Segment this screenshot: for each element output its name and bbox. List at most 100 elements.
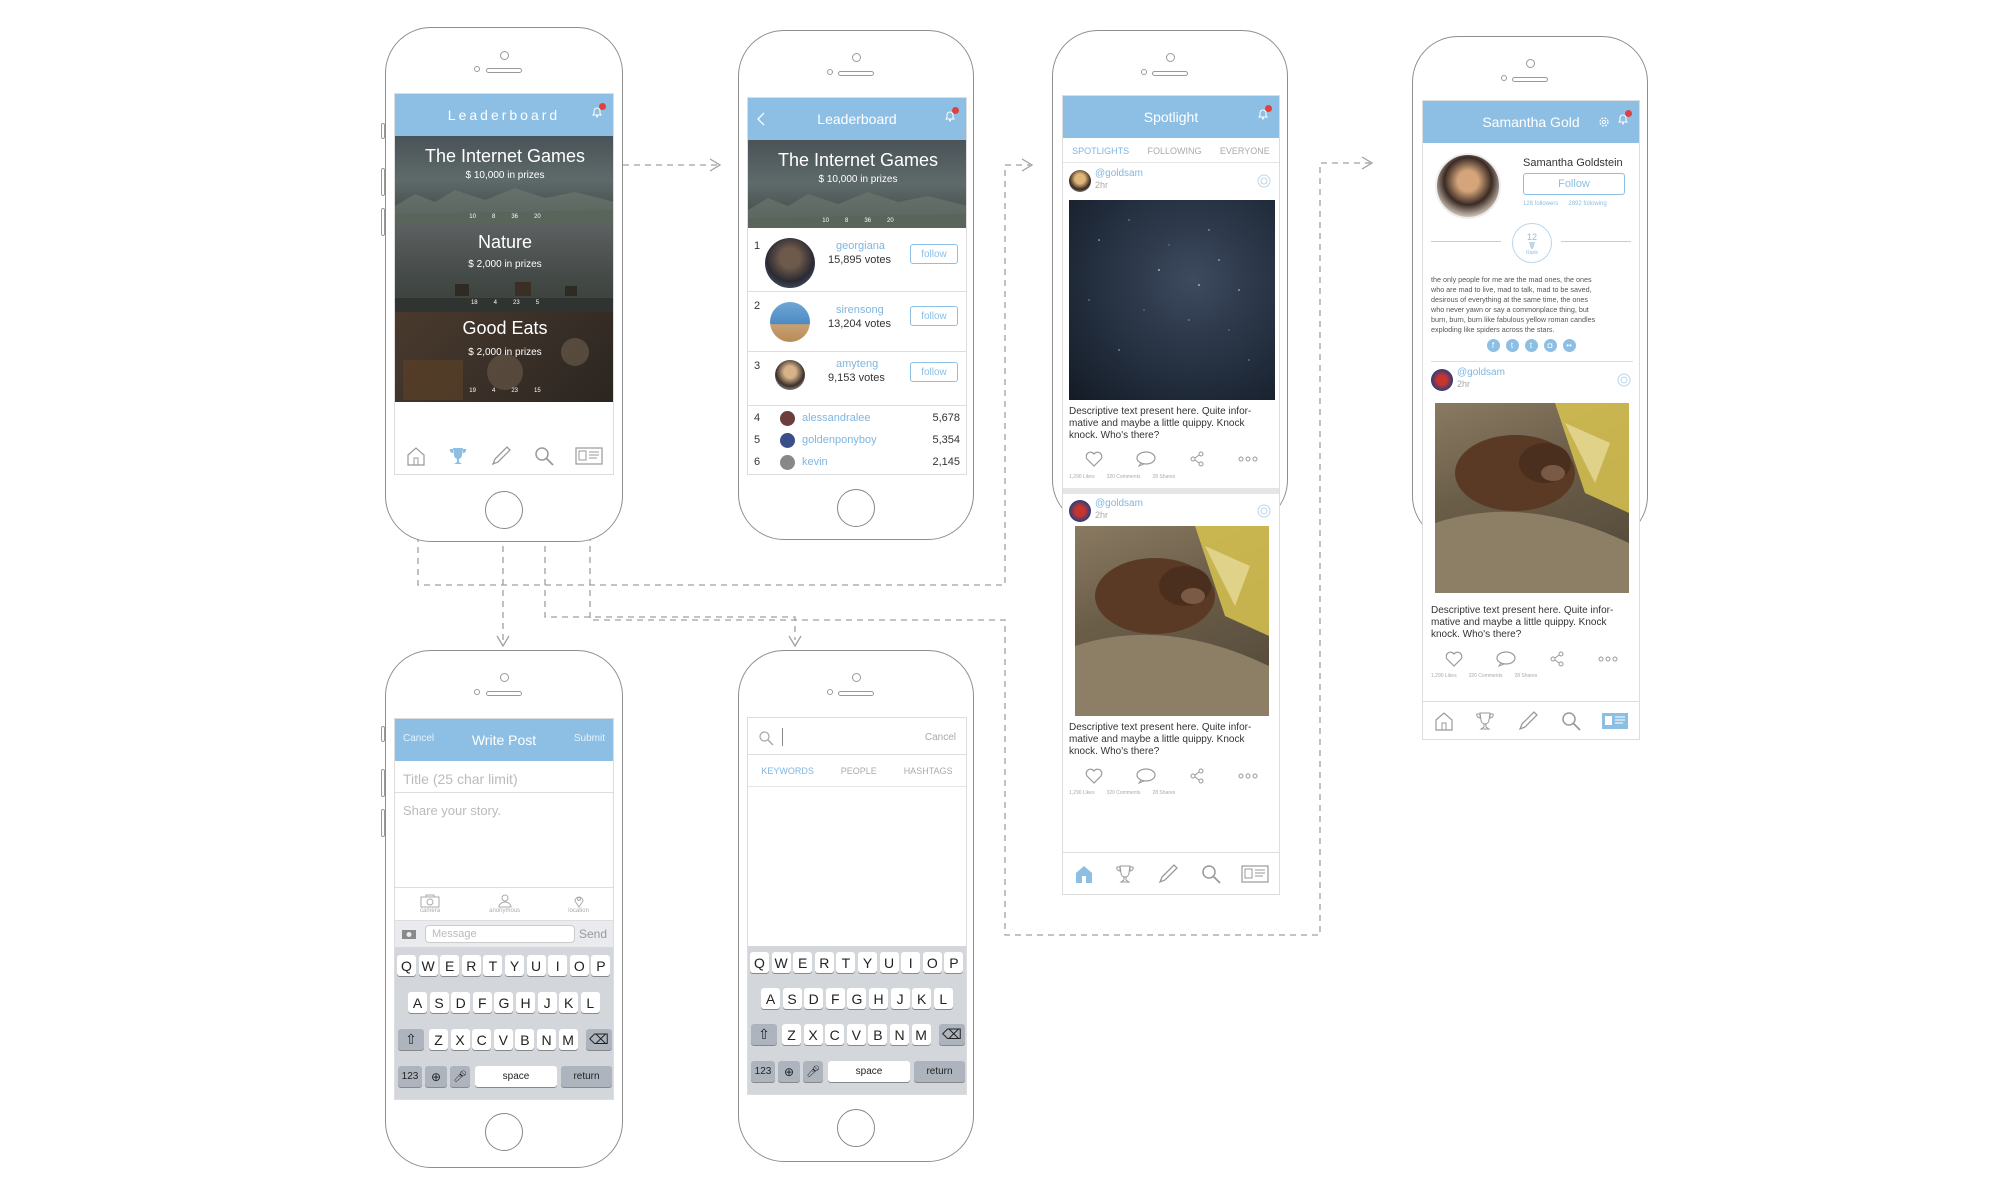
key-o[interactable]: O — [569, 955, 589, 976]
following-count[interactable]: 2892 following — [1568, 201, 1606, 207]
username[interactable]: kevin — [802, 456, 828, 468]
key-n[interactable]: N — [537, 1029, 556, 1050]
key-w[interactable]: W — [771, 952, 791, 973]
trophy-icon[interactable] — [1474, 710, 1496, 732]
story-input[interactable]: Share your story. — [395, 793, 613, 883]
key-i[interactable]: I — [548, 955, 568, 976]
return-key[interactable]: return — [561, 1066, 612, 1087]
contest-card[interactable]: The Internet Games $ 10,000 in prizes 10… — [395, 136, 613, 224]
key-a[interactable]: A — [408, 992, 427, 1013]
badge-icon[interactable] — [1257, 174, 1271, 188]
pencil-icon[interactable] — [1156, 862, 1180, 886]
follow-button[interactable]: Follow — [1523, 173, 1625, 195]
post-image-night-sky[interactable] — [1069, 200, 1275, 400]
anonymous-tool[interactable]: anonymous — [489, 894, 520, 914]
key-u[interactable]: U — [879, 952, 899, 973]
key-b[interactable]: B — [868, 1024, 888, 1045]
tab-hashtags[interactable]: HASHTAGS — [904, 766, 953, 776]
tab-people[interactable]: PEOPLE — [841, 766, 877, 776]
follow-button[interactable]: follow — [910, 306, 958, 326]
delete-key[interactable]: ⌫ — [939, 1024, 965, 1045]
key-p[interactable]: P — [944, 952, 964, 973]
username[interactable]: georgiana — [836, 240, 885, 252]
share-icon[interactable] — [1189, 768, 1205, 784]
key-q[interactable]: Q — [750, 952, 769, 973]
search-input[interactable] — [782, 728, 902, 746]
key-k[interactable]: K — [559, 992, 579, 1013]
globe-key[interactable]: ⊕ — [425, 1066, 447, 1087]
share-icon[interactable] — [1189, 451, 1205, 467]
cancel-button[interactable]: Cancel — [403, 733, 434, 744]
post-image-dog[interactable] — [1435, 403, 1629, 593]
key-w[interactable]: W — [418, 955, 438, 976]
facebook-icon[interactable]: f — [1486, 339, 1500, 352]
username[interactable]: sirensong — [836, 304, 884, 316]
key-l[interactable]: L — [580, 992, 600, 1013]
pencil-icon[interactable] — [1516, 709, 1540, 733]
profile-card-icon[interactable] — [575, 446, 603, 466]
badge-icon[interactable] — [1257, 504, 1271, 518]
space-key[interactable]: space — [475, 1066, 557, 1087]
notification-bell-icon[interactable] — [1257, 105, 1272, 120]
space-key[interactable]: space — [828, 1061, 910, 1082]
shift-key[interactable]: ⇧ — [398, 1029, 424, 1050]
home-icon[interactable] — [1433, 710, 1455, 732]
gear-icon[interactable] — [1597, 115, 1611, 129]
post-image-dog[interactable] — [1075, 526, 1269, 716]
username[interactable]: goldenponyboy — [802, 434, 877, 446]
home-icon[interactable] — [1073, 863, 1095, 885]
post-username[interactable]: @goldsam — [1457, 367, 1505, 378]
heart-icon[interactable] — [1085, 451, 1103, 467]
key-b[interactable]: B — [515, 1029, 535, 1050]
key-k[interactable]: K — [912, 988, 932, 1009]
key-g[interactable]: G — [494, 992, 514, 1013]
more-icon[interactable] — [1237, 455, 1259, 463]
trophy-icon[interactable] — [1114, 863, 1136, 885]
key-z[interactable]: Z — [782, 1024, 801, 1045]
numbers-key[interactable]: 123 — [398, 1066, 422, 1087]
key-d[interactable]: D — [804, 988, 824, 1009]
camera-tool[interactable]: camera — [419, 894, 441, 914]
follow-button[interactable]: follow — [910, 362, 958, 382]
key-q[interactable]: Q — [397, 955, 416, 976]
microphone-key[interactable]: 🎤︎ — [803, 1061, 823, 1082]
key-c[interactable]: C — [472, 1029, 492, 1050]
key-u[interactable]: U — [526, 955, 546, 976]
notification-bell-icon[interactable] — [1617, 110, 1632, 125]
profile-card-icon[interactable] — [1241, 864, 1269, 884]
avatar[interactable] — [1431, 369, 1453, 391]
key-f[interactable]: F — [825, 988, 845, 1009]
tab-spotlights[interactable]: SPOTLIGHTS — [1072, 146, 1129, 156]
key-p[interactable]: P — [591, 955, 611, 976]
key-v[interactable]: V — [846, 1024, 866, 1045]
profile-card-icon[interactable] — [1601, 711, 1629, 731]
key-s[interactable]: S — [429, 992, 449, 1013]
key-c[interactable]: C — [825, 1024, 845, 1045]
location-tool[interactable]: location — [568, 894, 589, 914]
return-key[interactable]: return — [914, 1061, 965, 1082]
home-button[interactable] — [837, 489, 875, 527]
follow-button[interactable]: follow — [910, 244, 958, 264]
flickr-icon[interactable]: •• — [1562, 339, 1576, 352]
key-x[interactable]: X — [803, 1024, 823, 1045]
search-icon[interactable] — [533, 445, 555, 467]
numbers-key[interactable]: 123 — [751, 1061, 775, 1082]
delete-key[interactable]: ⌫ — [586, 1029, 612, 1050]
avatar[interactable] — [1069, 500, 1091, 522]
badge-icon[interactable] — [1617, 373, 1631, 387]
key-o[interactable]: O — [922, 952, 942, 973]
key-x[interactable]: X — [450, 1029, 470, 1050]
key-r[interactable]: R — [461, 955, 481, 976]
search-icon[interactable] — [1560, 710, 1582, 732]
followers-count[interactable]: 128 followers — [1523, 201, 1558, 207]
home-button[interactable] — [485, 1113, 523, 1151]
search-icon[interactable] — [1200, 863, 1222, 885]
key-j[interactable]: J — [537, 992, 557, 1013]
camera-icon[interactable] — [401, 928, 417, 940]
key-d[interactable]: D — [451, 992, 471, 1013]
key-z[interactable]: Z — [429, 1029, 448, 1050]
message-input[interactable]: Message — [425, 925, 575, 943]
instagram-icon[interactable]: ◘ — [1543, 339, 1557, 352]
avatar[interactable] — [1069, 170, 1091, 192]
globe-key[interactable]: ⊕ — [778, 1061, 800, 1082]
